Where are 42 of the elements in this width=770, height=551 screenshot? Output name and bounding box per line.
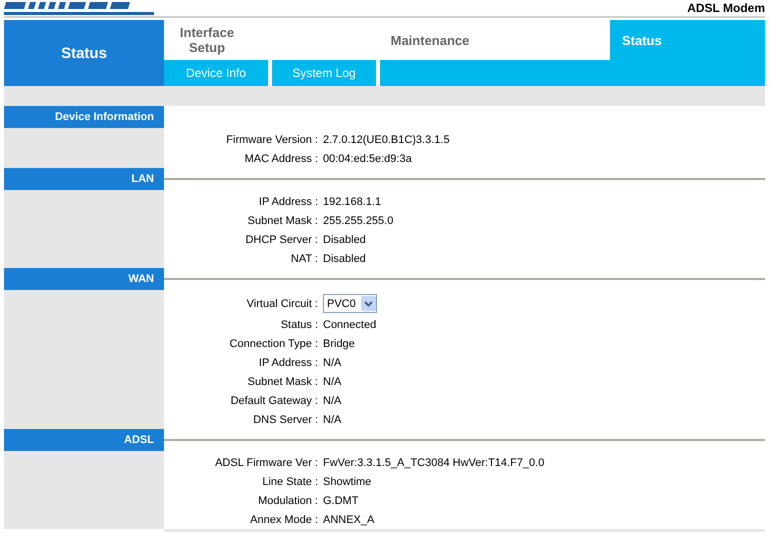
product-name: ADSL Modem <box>687 1 765 16</box>
field-value: FwVer:3.3.1.5_A_TC3084 HwVer:T14.F7_0.0 <box>323 456 544 468</box>
logo-icon <box>4 2 154 16</box>
field-value: N/A <box>323 414 342 426</box>
field-value: 00:04:ed:5e:d9:3a <box>323 152 412 164</box>
field-label: MAC Address : <box>244 152 319 164</box>
field-label: DHCP Server : <box>244 234 319 246</box>
field-value: N/A <box>323 394 342 406</box>
field-label: Status : <box>280 318 319 330</box>
field-value: Connected <box>323 318 376 330</box>
field-value: Showtime <box>323 476 372 488</box>
section-title: Status <box>4 20 164 86</box>
section-header: WAN <box>4 268 164 290</box>
dropdown-caret-icon <box>360 296 376 311</box>
field-label: Virtual Circuit : <box>246 298 319 310</box>
field-value: 255.255.255.0 <box>323 214 394 226</box>
section-header: LAN <box>4 168 164 190</box>
field-label: NAT : <box>290 252 319 264</box>
section-header: Device Information <box>4 106 164 128</box>
field-value: N/A <box>323 356 342 368</box>
field-value: ANNEX_A <box>323 514 374 526</box>
section-header: ADSL <box>4 429 164 451</box>
field-label: DNS Server : <box>252 414 319 426</box>
field-label: Modulation : <box>257 494 319 506</box>
field-value: G.DMT <box>323 494 358 506</box>
field-value: Bridge <box>323 338 355 350</box>
field-label: Annex Mode : <box>249 514 319 526</box>
field-value: N/A <box>323 376 342 388</box>
virtual-circuit-select[interactable]: PVC0 <box>323 294 377 313</box>
field-label: Subnet Mask : <box>246 376 319 388</box>
field-label: Connection Type : <box>228 338 319 350</box>
field-label: Subnet Mask : <box>246 214 319 226</box>
field-value: Disabled <box>323 234 366 246</box>
field-value: Disabled <box>323 252 366 264</box>
field-value: 192.168.1.1 <box>323 196 382 208</box>
field-label: IP Address : <box>258 356 319 368</box>
field-label: Line State : <box>261 476 319 488</box>
field-label: IP Address : <box>258 196 319 208</box>
field-label: Firmware Version : <box>225 134 319 146</box>
field-label: Default Gateway : <box>230 394 319 406</box>
field-label: ADSL Firmware Ver : <box>214 456 319 468</box>
field-value: 2.7.0.12(UE0.B1C)3.3.1.5 <box>323 134 450 146</box>
